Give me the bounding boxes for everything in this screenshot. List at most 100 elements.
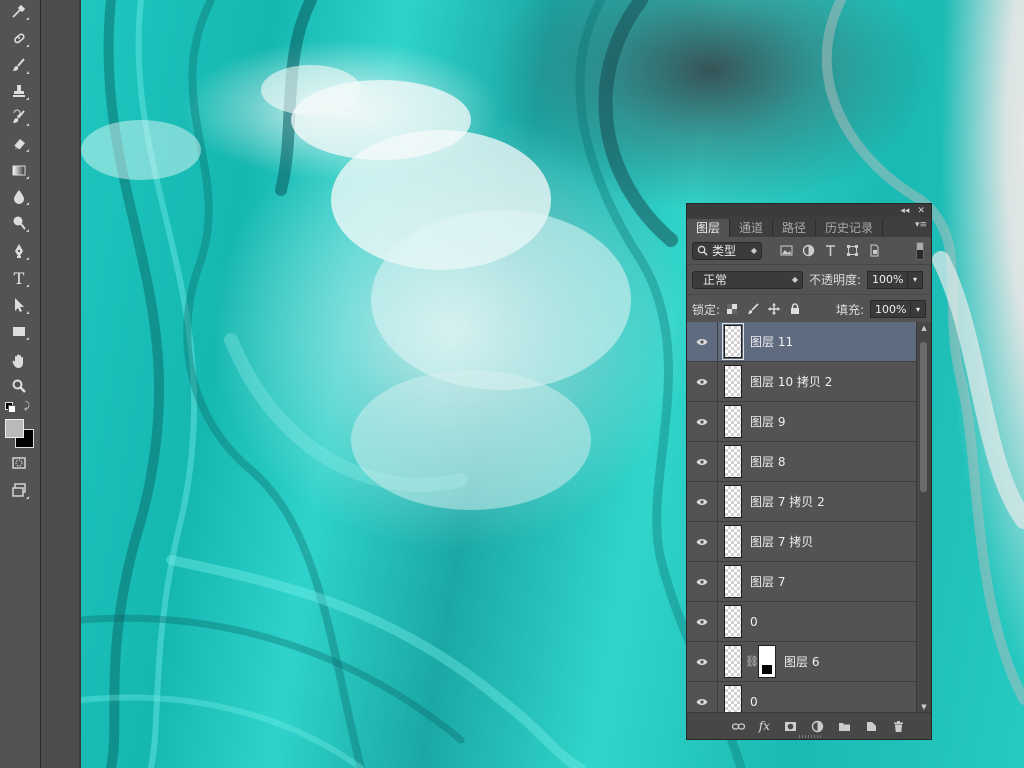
- layer-name[interactable]: 图层 7 拷贝: [750, 533, 813, 550]
- layer-thumbnail: [724, 565, 742, 598]
- layer-row[interactable]: 图层 11: [687, 322, 916, 362]
- layer-style-icon[interactable]: fx: [759, 719, 770, 733]
- tab-history[interactable]: 历史记录: [816, 219, 884, 237]
- pen-tool-icon[interactable]: [8, 240, 30, 262]
- scrollbar-thumb[interactable]: [920, 342, 927, 492]
- layer-thumbnail: [724, 645, 742, 678]
- layer-row[interactable]: 图层 7 拷贝: [687, 522, 916, 562]
- add-mask-icon[interactable]: [784, 720, 797, 733]
- quick-mask-icon[interactable]: [8, 452, 30, 474]
- swap-colors-icon[interactable]: ⤸: [24, 401, 30, 412]
- panel-title-bar[interactable]: ◂◂ ✕: [687, 204, 931, 217]
- blend-mode-select[interactable]: 正常 ◆: [692, 270, 803, 289]
- new-layer-icon[interactable]: [865, 720, 878, 733]
- history-brush-tool-icon[interactable]: [8, 106, 30, 128]
- type-filter-icon[interactable]: [824, 244, 837, 257]
- filter-kind-select[interactable]: 类型 ◆: [692, 241, 762, 260]
- zoom-tool-icon[interactable]: [8, 375, 30, 397]
- gradient-tool-icon[interactable]: [8, 159, 30, 181]
- brush-tool-icon[interactable]: [8, 54, 30, 76]
- dodge-tool-icon[interactable]: [8, 212, 30, 234]
- tab-paths[interactable]: 路径: [773, 219, 817, 237]
- collapse-panel-button[interactable]: ◂◂: [900, 206, 909, 216]
- lock-position-icon[interactable]: [768, 303, 781, 315]
- layer-row[interactable]: 0: [687, 682, 916, 713]
- filter-kind-label: 类型: [712, 244, 737, 258]
- search-icon: [697, 245, 708, 256]
- visibility-eye-icon[interactable]: [687, 682, 718, 713]
- lock-icons: [726, 303, 801, 315]
- mask-link-icon[interactable]: ⛓: [745, 655, 759, 668]
- visibility-eye-icon[interactable]: [687, 442, 718, 481]
- layer-name[interactable]: 图层 6: [784, 653, 819, 670]
- toolbar-gutter: [41, 0, 81, 768]
- tab-channels[interactable]: 通道: [730, 219, 774, 237]
- tab-layers[interactable]: 图层: [687, 219, 731, 237]
- layer-name[interactable]: 0: [750, 695, 758, 709]
- fill-field[interactable]: 100% ▾: [870, 300, 926, 318]
- path-selection-tool-icon[interactable]: [8, 294, 30, 316]
- screen-mode-icon[interactable]: [8, 479, 30, 501]
- blend-row: 正常 ◆ 不透明度: 100% ▾: [687, 265, 931, 295]
- chevron-down-icon[interactable]: ▾: [907, 271, 922, 288]
- layer-row[interactable]: 图层 7 拷贝 2: [687, 482, 916, 522]
- layer-thumbnail: [724, 365, 742, 398]
- layer-name[interactable]: 图层 7 拷贝 2: [750, 493, 825, 510]
- delete-layer-icon[interactable]: [892, 720, 905, 733]
- layer-row[interactable]: 图层 7: [687, 562, 916, 602]
- visibility-eye-icon[interactable]: [687, 482, 718, 521]
- lock-all-icon[interactable]: [789, 303, 801, 315]
- layers-panel: ◂◂ ✕ 图层 通道 路径 历史记录 ▾≡ 类型 ◆ 正常 ◆ 不透明度: 10…: [686, 203, 932, 740]
- new-group-icon[interactable]: [838, 720, 851, 733]
- filter-toggle[interactable]: [916, 241, 924, 260]
- adjustment-layer-icon[interactable]: [811, 720, 824, 733]
- layer-name[interactable]: 图层 11: [750, 333, 793, 350]
- layer-name[interactable]: 图层 10 拷贝 2: [750, 373, 832, 390]
- type-tool-icon[interactable]: T: [8, 267, 30, 289]
- filter-row: 类型 ◆: [687, 237, 931, 265]
- lock-transparent-icon[interactable]: [726, 303, 738, 315]
- layer-mask-thumbnail[interactable]: [758, 645, 776, 678]
- layer-name[interactable]: 图层 7: [750, 573, 785, 590]
- image-filter-icon[interactable]: [780, 244, 793, 257]
- opacity-field[interactable]: 100% ▾: [867, 270, 924, 289]
- lock-paint-icon[interactable]: [747, 303, 759, 315]
- visibility-eye-icon[interactable]: [687, 602, 718, 641]
- link-layers-icon[interactable]: [731, 720, 745, 733]
- shape-filter-icon[interactable]: [846, 244, 859, 257]
- healing-brush-tool-icon[interactable]: [8, 27, 30, 49]
- layer-name[interactable]: 0: [750, 615, 758, 629]
- visibility-eye-icon[interactable]: [687, 362, 718, 401]
- layer-row[interactable]: 图层 9: [687, 402, 916, 442]
- blur-tool-icon[interactable]: [8, 185, 30, 207]
- rectangle-tool-icon[interactable]: [8, 320, 30, 342]
- panel-tabs: 图层 通道 路径 历史记录 ▾≡: [687, 217, 931, 237]
- hand-tool-icon[interactable]: [8, 350, 30, 372]
- panel-menu-icon[interactable]: ▾≡: [915, 220, 927, 230]
- foreground-color-swatch[interactable]: [5, 419, 24, 438]
- layer-list-scrollbar[interactable]: ▲ ▼: [916, 322, 931, 713]
- panel-resize-grip[interactable]: [799, 735, 821, 738]
- layer-row[interactable]: ⛓ 图层 6: [687, 642, 916, 682]
- default-colors-icon[interactable]: [5, 402, 16, 413]
- visibility-eye-icon[interactable]: [687, 322, 718, 361]
- layer-name[interactable]: 图层 9: [750, 413, 785, 430]
- eraser-tool-icon[interactable]: [8, 132, 30, 154]
- scroll-up-icon[interactable]: ▲: [917, 322, 931, 334]
- layer-name[interactable]: 图层 8: [750, 453, 785, 470]
- visibility-eye-icon[interactable]: [687, 642, 718, 681]
- visibility-eye-icon[interactable]: [687, 402, 718, 441]
- eyedropper-tool-icon[interactable]: [8, 0, 30, 22]
- lock-label: 锁定:: [692, 302, 721, 317]
- layer-row[interactable]: 0: [687, 602, 916, 642]
- adjustment-filter-icon[interactable]: [802, 244, 815, 257]
- visibility-eye-icon[interactable]: [687, 522, 718, 561]
- close-panel-button[interactable]: ✕: [917, 206, 925, 216]
- visibility-eye-icon[interactable]: [687, 562, 718, 601]
- chevron-down-icon[interactable]: ▾: [910, 301, 925, 317]
- layer-row[interactable]: 图层 10 拷贝 2: [687, 362, 916, 402]
- clone-stamp-tool-icon[interactable]: [8, 80, 30, 102]
- smart-object-filter-icon[interactable]: [868, 244, 881, 257]
- layer-row[interactable]: 图层 8: [687, 442, 916, 482]
- fill-value: 100%: [875, 302, 907, 316]
